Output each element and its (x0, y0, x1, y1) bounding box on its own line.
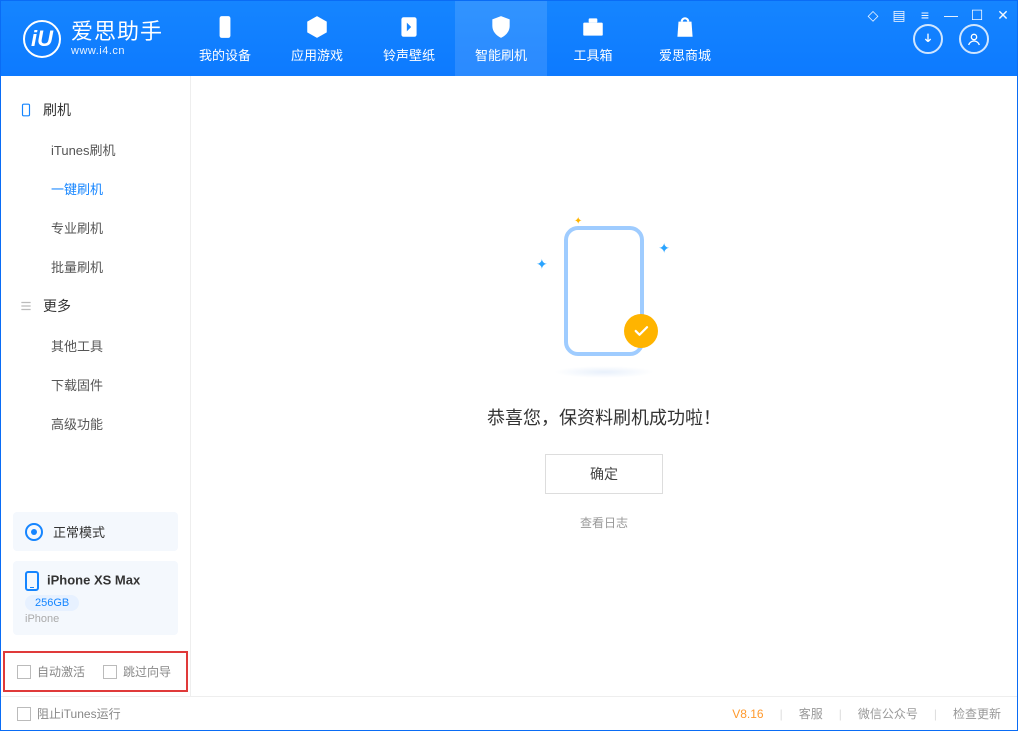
sidebar-group1-label: 刷机 (43, 100, 71, 120)
device-type: iPhone (25, 613, 166, 625)
mode-card[interactable]: 正常模式 (13, 512, 178, 551)
checkbox-icon (17, 665, 31, 679)
success-illustration: ✦ ✦ ✦ (544, 226, 664, 366)
logo: iU 爱思助手 www.i4.cn (1, 1, 179, 76)
mode-icon (25, 523, 43, 541)
checkbox-icon (103, 665, 117, 679)
menu-icon[interactable]: ≡ (917, 7, 933, 23)
mode-label: 正常模式 (53, 522, 105, 541)
update-link[interactable]: 检查更新 (953, 705, 1001, 722)
sidebar-item-batch[interactable]: 批量刷机 (1, 247, 190, 286)
list-icon (19, 299, 33, 313)
title-bar: iU 爱思助手 www.i4.cn 我的设备 应用游戏 铃声壁纸 智能刷机 (1, 1, 1017, 76)
checkbox-auto-activate[interactable]: 自动激活 (17, 663, 85, 680)
block-itunes-label: 阻止iTunes运行 (37, 705, 121, 722)
download-button[interactable] (913, 24, 943, 54)
tab-store-label: 爱思商城 (659, 45, 711, 64)
shield-icon (488, 14, 514, 40)
top-tabs: 我的设备 应用游戏 铃声壁纸 智能刷机 工具箱 爱思商城 (179, 1, 913, 76)
app-window: iU 爱思助手 www.i4.cn 我的设备 应用游戏 铃声壁纸 智能刷机 (0, 0, 1018, 731)
sidebar-item-oneclick[interactable]: 一键刷机 (1, 169, 190, 208)
sidebar-group-flash: 刷机 (1, 90, 190, 130)
tab-flash-label: 智能刷机 (475, 45, 527, 64)
options-box: 自动激活 跳过向导 (3, 651, 188, 692)
wechat-link[interactable]: 微信公众号 (858, 705, 918, 722)
logo-icon: iU (23, 20, 61, 58)
checkbox-skip-guide[interactable]: 跳过向导 (103, 663, 171, 680)
tab-apps-label: 应用游戏 (291, 45, 343, 64)
music-icon (396, 14, 422, 40)
tab-device-label: 我的设备 (199, 45, 251, 64)
skip-guide-label: 跳过向导 (123, 663, 171, 680)
sidebar-item-itunes[interactable]: iTunes刷机 (1, 130, 190, 169)
device-storage: 256GB (25, 595, 79, 611)
ok-button[interactable]: 确定 (545, 454, 663, 494)
shadow (554, 366, 654, 378)
success-message: 恭喜您，保资料刷机成功啦！ (487, 404, 721, 430)
sidebar-item-firmware[interactable]: 下载固件 (1, 365, 190, 404)
sparkle-icon: ✦ (536, 256, 548, 273)
tab-ringtone-label: 铃声壁纸 (383, 45, 435, 64)
main-content: ✦ ✦ ✦ 恭喜您，保资料刷机成功啦！ 确定 查看日志 (191, 76, 1017, 696)
auto-activate-label: 自动激活 (37, 663, 85, 680)
checkbox-icon (17, 707, 31, 721)
tshirt-icon[interactable]: ◇ (865, 7, 881, 23)
list-icon[interactable]: ▤ (891, 7, 907, 23)
sidebar: 刷机 iTunes刷机 一键刷机 专业刷机 批量刷机 更多 其他工具 下载固件 … (1, 76, 191, 696)
sparkle-icon: ✦ (658, 240, 670, 257)
view-log-link[interactable]: 查看日志 (580, 514, 628, 531)
tab-apps[interactable]: 应用游戏 (271, 1, 363, 76)
window-controls: ◇ ▤ ≡ — ☐ ✕ (865, 5, 1011, 25)
cube-icon (304, 14, 330, 40)
app-url: www.i4.cn (71, 45, 163, 57)
sidebar-item-other[interactable]: 其他工具 (1, 326, 190, 365)
version-label: V8.16 (732, 707, 763, 721)
app-name: 爱思助手 (71, 20, 163, 44)
sidebar-item-pro[interactable]: 专业刷机 (1, 208, 190, 247)
phone-icon (25, 571, 39, 591)
support-link[interactable]: 客服 (799, 705, 823, 722)
toolbox-icon (580, 14, 606, 40)
check-badge-icon (624, 314, 658, 348)
sidebar-group-more: 更多 (1, 286, 190, 326)
device-card[interactable]: iPhone XS Max 256GB iPhone (13, 561, 178, 635)
tab-flash[interactable]: 智能刷机 (455, 1, 547, 76)
user-button[interactable] (959, 24, 989, 54)
tab-store[interactable]: 爱思商城 (639, 1, 731, 76)
footer: 阻止iTunes运行 V8.16 | 客服 | 微信公众号 | 检查更新 (1, 696, 1017, 730)
tab-toolbox[interactable]: 工具箱 (547, 1, 639, 76)
sidebar-item-advanced[interactable]: 高级功能 (1, 404, 190, 443)
minimize-button[interactable]: — (943, 7, 959, 23)
sidebar-group2-label: 更多 (43, 296, 71, 316)
tab-ringtone[interactable]: 铃声壁纸 (363, 1, 455, 76)
close-button[interactable]: ✕ (995, 7, 1011, 23)
device-name: iPhone XS Max (47, 572, 140, 587)
body: 刷机 iTunes刷机 一键刷机 专业刷机 批量刷机 更多 其他工具 下载固件 … (1, 76, 1017, 696)
checkbox-block-itunes[interactable]: 阻止iTunes运行 (17, 705, 121, 722)
bag-icon (672, 14, 698, 40)
tab-device[interactable]: 我的设备 (179, 1, 271, 76)
maximize-button[interactable]: ☐ (969, 7, 985, 23)
tab-toolbox-label: 工具箱 (574, 45, 613, 64)
device-icon (212, 14, 238, 40)
phone-outline-icon (19, 103, 33, 117)
